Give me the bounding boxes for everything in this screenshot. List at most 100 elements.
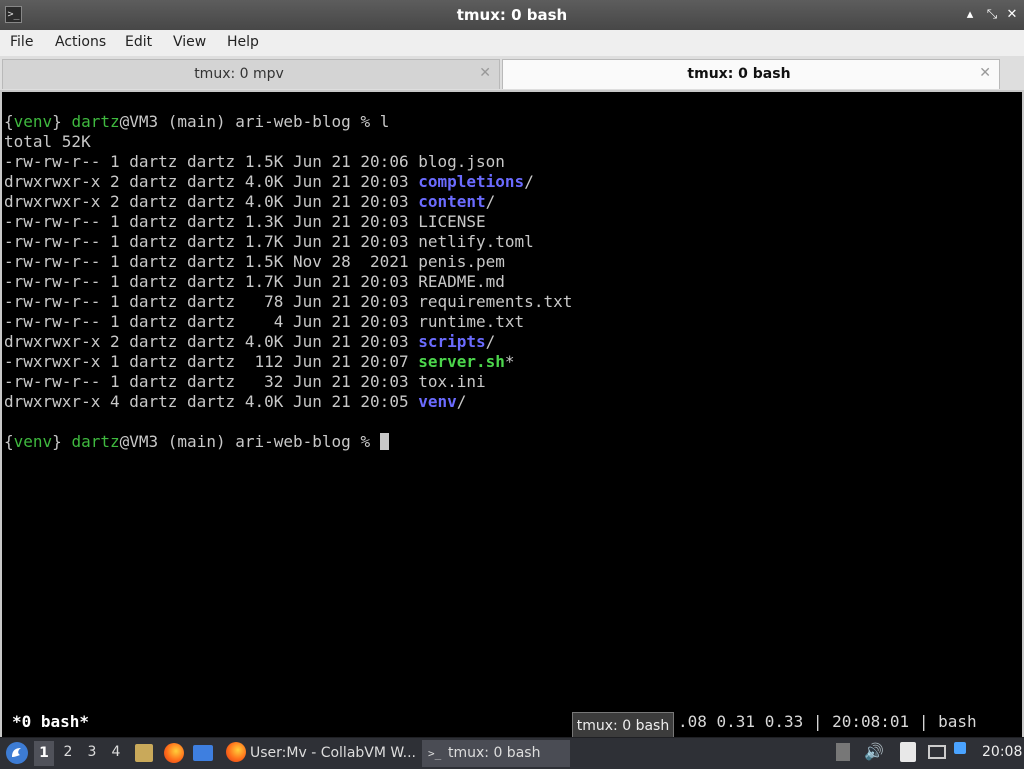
- workspace-1[interactable]: 1: [34, 741, 54, 766]
- minimize-icon: ▴: [966, 7, 974, 22]
- file-meta: -rw-rw-r-- 1 dartz dartz 1.7K Jun 21 20:…: [4, 232, 419, 251]
- file-suffix: /: [485, 192, 496, 211]
- file-name: completions: [418, 172, 525, 191]
- file-meta: -rw-rw-r-- 1 dartz dartz 1.5K Nov 28 202…: [4, 252, 419, 271]
- listing-row: -rw-rw-r-- 1 dartz dartz 1.7K Jun 21 20:…: [4, 272, 505, 292]
- prompt-venv: venv: [13, 112, 53, 131]
- workspace-2[interactable]: 2: [58, 744, 78, 760]
- prompt-line: {venv} dartz@VM3 (main) ari-web-blog % l: [4, 112, 389, 132]
- clock[interactable]: 20:08: [982, 744, 1022, 760]
- menu-help[interactable]: Help: [227, 34, 259, 50]
- menu-edit[interactable]: Edit: [125, 34, 152, 50]
- prompt-user: dartz: [71, 432, 120, 451]
- listing-row: -rw-rw-r-- 1 dartz dartz 1.5K Nov 28 202…: [4, 252, 505, 272]
- listing-row: -rw-rw-r-- 1 dartz dartz 32 Jun 21 20:03…: [4, 372, 486, 392]
- clipboard-icon[interactable]: [900, 742, 916, 762]
- task-terminal[interactable]: >_ tmux: 0 bash: [422, 740, 570, 767]
- minimize-button[interactable]: ▴: [962, 7, 978, 23]
- prompt-venv: venv: [13, 432, 53, 451]
- task-collabvm[interactable]: User:Mv - CollabVM W...: [222, 740, 418, 767]
- terminal-icon: >_: [428, 747, 442, 760]
- tab-close-icon[interactable]: ✕: [979, 65, 991, 81]
- close-button[interactable]: ✕: [1004, 7, 1020, 23]
- file-name: penis.pem: [418, 252, 505, 271]
- tmux-status-right: .08 0.31 0.33 | 20:08:01 | bash: [678, 712, 977, 731]
- listing-row: -rw-rw-r-- 1 dartz dartz 1.5K Jun 21 20:…: [4, 152, 505, 172]
- file-meta: -rw-rw-r-- 1 dartz dartz 1.5K Jun 21 20:…: [4, 152, 419, 171]
- prompt-brace: }: [52, 112, 62, 131]
- file-suffix: *: [504, 352, 515, 371]
- file-name: README.md: [418, 272, 505, 291]
- listing-row: -rw-rw-r-- 1 dartz dartz 1.7K Jun 21 20:…: [4, 232, 534, 252]
- file-meta: -rw-rw-r-- 1 dartz dartz 32 Jun 21 20:03: [4, 372, 419, 391]
- file-manager-icon[interactable]: [135, 744, 153, 762]
- prompt-brace: {: [4, 112, 14, 131]
- tab-bar: tmux: 0 mpv ✕ tmux: 0 bash ✕: [0, 56, 1024, 90]
- task-label: User:Mv - CollabVM W...: [250, 745, 416, 761]
- listing-row: -rw-rw-r-- 1 dartz dartz 78 Jun 21 20:03…: [4, 292, 572, 312]
- file-name: content: [418, 192, 486, 211]
- tab-label: tmux: 0 bash: [687, 66, 791, 82]
- tab-bash[interactable]: tmux: 0 bash ✕: [502, 59, 1000, 89]
- terminal-output[interactable]: {venv} dartz@VM3 (main) ari-web-blog % l…: [2, 92, 1022, 737]
- file-name: server.sh: [418, 352, 505, 371]
- desktop-icon[interactable]: [193, 745, 213, 761]
- terminal-cursor: [379, 433, 389, 450]
- start-menu-icon[interactable]: [6, 742, 28, 764]
- file-name: blog.json: [418, 152, 505, 171]
- menu-bar: File Actions Edit View Help: [0, 30, 1024, 56]
- file-name: venv: [418, 392, 457, 411]
- update-notifier-icon[interactable]: [954, 742, 966, 754]
- listing-row: -rw-rw-r-- 1 dartz dartz 4 Jun 21 20:03 …: [4, 312, 524, 332]
- firefox-icon[interactable]: [164, 743, 184, 763]
- window-titlebar[interactable]: >_ tmux: 0 bash ▴ ⤡ ✕: [0, 0, 1024, 30]
- file-meta: -rw-rw-r-- 1 dartz dartz 4 Jun 21 20:03: [4, 312, 419, 331]
- workspace-4[interactable]: 4: [106, 744, 126, 760]
- task-label: tmux: 0 bash: [448, 745, 541, 761]
- file-meta: drwxrwxr-x 2 dartz dartz 4.0K Jun 21 20:…: [4, 172, 419, 191]
- prompt-host: @VM3 (main) ari-web-blog %: [119, 112, 380, 131]
- tab-close-icon[interactable]: ✕: [479, 65, 491, 81]
- listing-row: -rwxrwxr-x 1 dartz dartz 112 Jun 21 20:0…: [4, 352, 515, 372]
- file-meta: drwxrwxr-x 4 dartz dartz 4.0K Jun 21 20:…: [4, 392, 419, 411]
- file-name: scripts: [418, 332, 486, 351]
- network-icon[interactable]: [928, 745, 946, 759]
- prompt-host: @VM3 (main) ari-web-blog %: [119, 432, 380, 451]
- menu-view[interactable]: View: [173, 34, 206, 50]
- file-suffix: /: [524, 172, 534, 191]
- listing-row: drwxrwxr-x 2 dartz dartz 4.0K Jun 21 20:…: [4, 192, 495, 212]
- volume-icon[interactable]: 🔊: [864, 742, 884, 761]
- total-line: total 52K: [4, 132, 91, 151]
- file-name: tox.ini: [418, 372, 486, 391]
- window-title: tmux: 0 bash: [456, 6, 568, 24]
- prompt-brace: }: [52, 432, 62, 451]
- tooltip: tmux: 0 bash: [572, 712, 674, 740]
- prompt-user: dartz: [71, 112, 120, 131]
- prompt-brace: {: [4, 432, 14, 451]
- file-name: netlify.toml: [418, 232, 534, 251]
- menu-actions[interactable]: Actions: [55, 34, 106, 50]
- workspace-3[interactable]: 3: [82, 744, 102, 760]
- file-suffix: /: [485, 332, 496, 351]
- maximize-icon: ⤡: [986, 7, 998, 22]
- prompt-command: l: [379, 112, 390, 131]
- file-name: LICENSE: [418, 212, 486, 231]
- file-name: requirements.txt: [418, 292, 573, 311]
- tab-mpv[interactable]: tmux: 0 mpv ✕: [2, 59, 500, 89]
- keyboard-layout-icon[interactable]: [836, 743, 850, 761]
- taskbar: 1 2 3 4 User:Mv - CollabVM W... >_ tmux: …: [0, 737, 1024, 769]
- file-name: runtime.txt: [418, 312, 525, 331]
- prompt-line: {venv} dartz@VM3 (main) ari-web-blog %: [4, 432, 389, 452]
- file-meta: drwxrwxr-x 2 dartz dartz 4.0K Jun 21 20:…: [4, 192, 419, 211]
- tab-label: tmux: 0 mpv: [194, 66, 284, 82]
- file-meta: -rw-rw-r-- 1 dartz dartz 1.3K Jun 21 20:…: [4, 212, 419, 231]
- menu-file[interactable]: File: [10, 34, 33, 50]
- close-icon: ✕: [1006, 7, 1018, 22]
- listing-row: -rw-rw-r-- 1 dartz dartz 1.3K Jun 21 20:…: [4, 212, 486, 232]
- tmux-window-list: *0 bash*: [12, 712, 90, 731]
- listing-row: drwxrwxr-x 4 dartz dartz 4.0K Jun 21 20:…: [4, 392, 466, 412]
- maximize-button[interactable]: ⤡: [984, 7, 1000, 23]
- file-meta: drwxrwxr-x 2 dartz dartz 4.0K Jun 21 20:…: [4, 332, 419, 351]
- firefox-icon: [226, 742, 246, 762]
- file-meta: -rw-rw-r-- 1 dartz dartz 1.7K Jun 21 20:…: [4, 272, 419, 291]
